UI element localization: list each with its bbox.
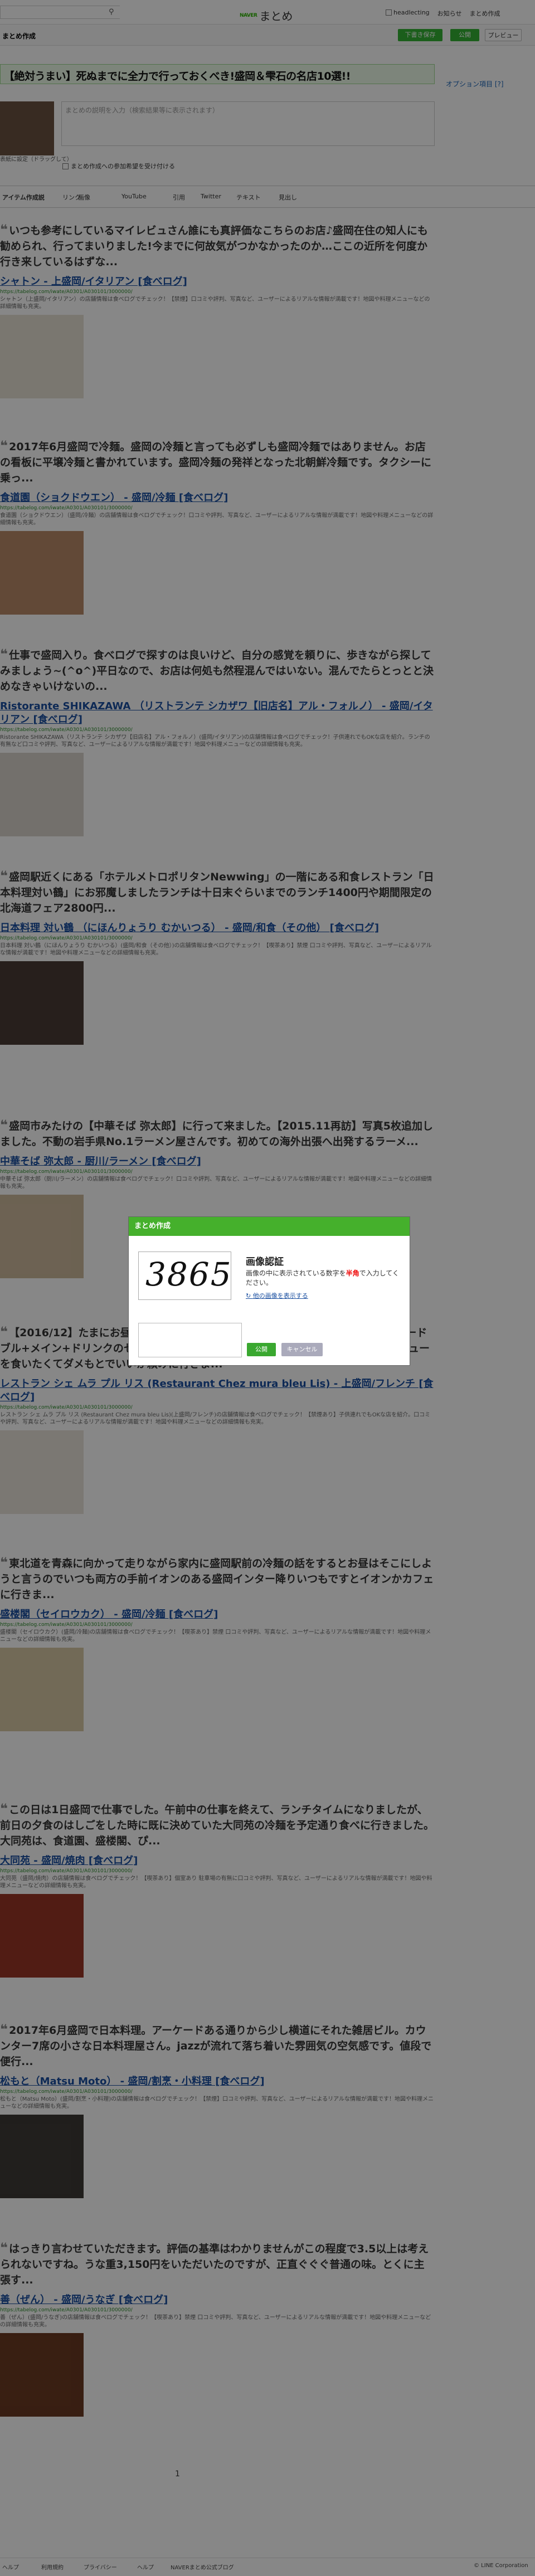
dialog-title: 画像認証 — [246, 1257, 284, 1268]
captcha-image: 3865 — [138, 1252, 231, 1300]
refresh-icon: ↻ — [246, 1292, 253, 1299]
dialog-desc-1: 画像の中に表示されている数字を — [246, 1269, 346, 1277]
captcha-dialog: まとめ作成 3865 画像認証 画像の中に表示されている数字を半角で入力してくだ… — [128, 1216, 410, 1366]
refresh-captcha-link[interactable]: ↻ 他の画像を表示する — [246, 1291, 308, 1300]
captcha-input[interactable] — [138, 1323, 242, 1357]
refresh-captcha-label: 他の画像を表示する — [252, 1292, 308, 1299]
dialog-header: まとめ作成 — [129, 1217, 410, 1236]
dialog-description: 画像の中に表示されている数字を半角で入力してください。 — [246, 1269, 402, 1288]
captcha-text: 3865 — [145, 1255, 232, 1293]
ok-button[interactable]: 公開 — [247, 1343, 276, 1356]
dialog-desc-emphasis: 半角 — [346, 1269, 359, 1277]
cancel-button[interactable]: キャンセル — [281, 1343, 323, 1356]
